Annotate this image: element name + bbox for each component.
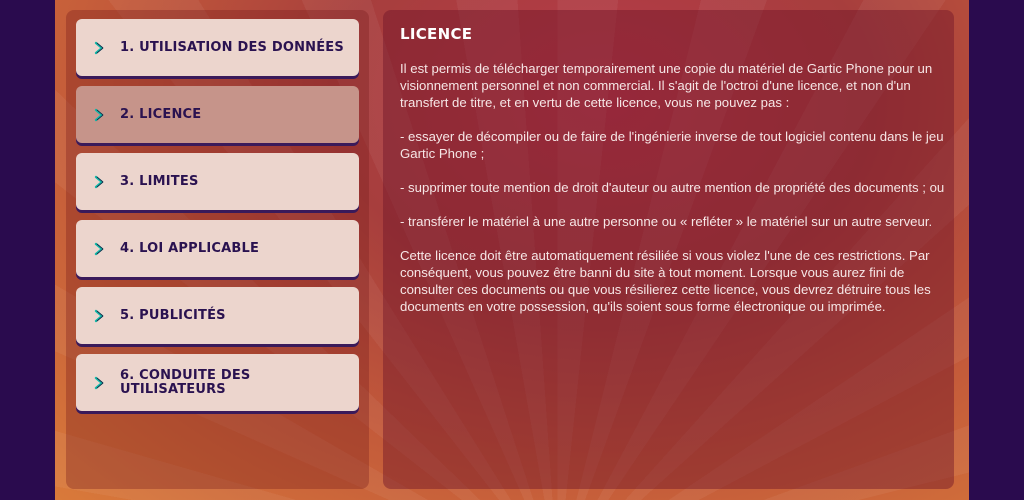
nav-item-limites[interactable]: 3. LIMITES — [76, 153, 359, 210]
section-body: Il est permis de télécharger temporairem… — [400, 60, 945, 332]
paragraph: - essayer de décompiler ou de faire de l… — [400, 129, 944, 161]
section-title: LICENCE — [400, 25, 473, 43]
nav-item-label: 2. LICENCE — [120, 106, 202, 122]
chevron-right-icon — [94, 242, 104, 255]
nav-item-label: 1. UTILISATION DES DONNÉES — [120, 39, 344, 55]
paragraph: Il est permis de télécharger temporairem… — [400, 61, 933, 110]
paragraph: - supprimer toute mention de droit d'aut… — [400, 180, 945, 195]
nav-item-publicites[interactable]: 5. PUBLICITÉS — [76, 287, 359, 344]
nav-item-label: 4. LOI APPLICABLE — [120, 240, 260, 256]
terms-page: 1. UTILISATION DES DONNÉES 2. LICENCE 3.… — [55, 0, 969, 500]
nav-item-label: 5. PUBLICITÉS — [120, 307, 226, 323]
nav-item-licence[interactable]: 2. LICENCE — [76, 86, 359, 143]
chevron-right-icon — [94, 309, 104, 322]
nav-item-utilisation-donnees[interactable]: 1. UTILISATION DES DONNÉES — [76, 19, 359, 76]
chevron-right-icon — [94, 108, 104, 121]
terms-content-panel: LICENCE Il est permis de télécharger tem… — [383, 10, 954, 489]
paragraph: - transférer le matériel à une autre per… — [400, 214, 933, 229]
nav-item-loi-applicable[interactable]: 4. LOI APPLICABLE — [76, 220, 359, 277]
chevron-right-icon — [94, 376, 104, 389]
chevron-right-icon — [94, 175, 104, 188]
terms-sidebar: 1. UTILISATION DES DONNÉES 2. LICENCE 3.… — [66, 10, 369, 489]
chevron-right-icon — [94, 41, 104, 54]
nav-item-label: 6. CONDUITE DES UTILISATEURS — [120, 367, 251, 397]
nav-item-label: 3. LIMITES — [120, 173, 199, 189]
paragraph: Cette licence doit être automatiquement … — [400, 248, 931, 314]
nav-item-conduite-utilisateurs[interactable]: 6. CONDUITE DES UTILISATEURS — [76, 354, 359, 411]
